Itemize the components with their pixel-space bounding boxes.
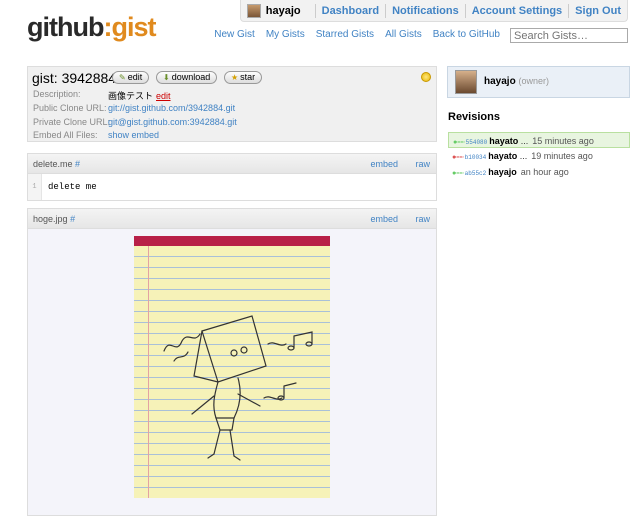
owner-info: hayajo (owner)	[484, 76, 549, 87]
pencil-icon: ✎	[119, 73, 126, 82]
owner-name-link[interactable]: hayajo	[484, 76, 516, 87]
description-label: Description:	[33, 89, 81, 99]
image-preview-area	[28, 229, 436, 515]
file-embed-link[interactable]: embed	[370, 214, 398, 224]
star-button[interactable]: ★ star	[224, 71, 263, 84]
public-clone-url[interactable]: git://gist.github.com/3942884.git	[108, 103, 235, 113]
file-raw-link[interactable]: raw	[415, 214, 430, 224]
gist-title: gist: 3942884	[32, 70, 117, 86]
dashboard-link[interactable]: Dashboard	[322, 5, 379, 17]
revision-time: 15 minutes ago	[532, 136, 594, 146]
revision-user[interactable]: hayato	[488, 151, 517, 161]
owner-role: (owner)	[518, 76, 549, 86]
sign-out-link[interactable]: Sign Out	[575, 5, 621, 17]
owner-box: hayajo (owner)	[447, 66, 630, 98]
logo-sub: gist	[111, 12, 156, 42]
divider	[568, 3, 570, 18]
revision-sha[interactable]: 554080	[466, 139, 488, 146]
divider	[464, 3, 466, 18]
file-delete-me: delete.me # embed raw 1 delete me	[27, 153, 437, 201]
private-clone-url[interactable]: git@gist.github.com:3942884.git	[108, 117, 237, 127]
search-input[interactable]	[510, 28, 628, 43]
file-embed-link[interactable]: embed	[370, 159, 398, 169]
divider	[314, 3, 316, 18]
revision-time: an hour ago	[520, 167, 569, 177]
revision-user[interactable]: hayato	[489, 136, 518, 146]
gist-subnav: New Gist My Gists Starred Gists All Gist…	[203, 29, 500, 40]
line-number: 1	[28, 174, 42, 200]
diff-dots-icon: ●▫▫▫▫▫	[452, 154, 464, 161]
account-settings-link[interactable]: Account Settings	[472, 5, 562, 17]
revision-sha[interactable]: b10034	[465, 154, 487, 161]
gist-meta-box: gist: 3942884 ✎ edit ⬇ download ★ star Desc…	[27, 66, 437, 142]
code-line: delete me	[48, 182, 97, 192]
public-clone-row: Public Clone URL: git://gist.github.com/…	[33, 103, 235, 113]
file-name-text: delete.me	[33, 159, 73, 169]
file-header: delete.me # embed raw	[28, 154, 436, 174]
logo-main: github	[27, 12, 104, 42]
edit-button[interactable]: ✎ edit	[112, 71, 150, 84]
show-embed-link[interactable]: show embed	[108, 130, 159, 140]
download-button[interactable]: ⬇ download	[156, 71, 218, 84]
owner-avatar[interactable]	[455, 70, 477, 94]
star-button-label: star	[240, 72, 256, 82]
revision-sha[interactable]: ab55c2	[465, 170, 487, 177]
user-bar: hayajo Dashboard Notifications Account S…	[239, 0, 628, 22]
divider	[385, 3, 387, 18]
public-clone-label: Public Clone URL:	[33, 103, 107, 113]
edit-button-label: edit	[127, 72, 143, 82]
description-edit-link[interactable]: edit	[156, 91, 171, 101]
revision-time: 19 minutes ago	[531, 151, 593, 161]
smiley-icon	[421, 72, 431, 82]
star-icon: ★	[231, 73, 239, 82]
back-to-github-link[interactable]: Back to GitHub	[433, 29, 500, 40]
file-raw-link[interactable]: raw	[415, 159, 430, 169]
private-clone-row: Private Clone URL: git@gist.github.com:3…	[33, 117, 237, 127]
file-name-text: hoge.jpg	[33, 214, 68, 224]
private-clone-label: Private Clone URL:	[33, 117, 111, 127]
my-gists-link[interactable]: My Gists	[266, 29, 305, 40]
sketch-drawing	[163, 315, 313, 461]
revision-item[interactable]: ●▫▫▫▫▫ ab55c2 hayajo an hour ago	[448, 164, 630, 180]
description-value: 画像テスト	[108, 91, 154, 101]
notifications-link[interactable]: Notifications	[392, 5, 459, 17]
file-header: hoge.jpg # embed raw	[28, 209, 436, 229]
file-hoge-jpg: hoge.jpg # embed raw	[27, 208, 437, 516]
user-avatar[interactable]	[246, 3, 261, 18]
file-name: hoge.jpg #	[33, 214, 75, 224]
file-anchor-link[interactable]: #	[75, 159, 80, 169]
sketch-photo	[134, 236, 330, 498]
file-anchor-link[interactable]: #	[70, 214, 75, 224]
diff-dots-icon: ●▫▫▫▫▫	[453, 139, 465, 146]
starred-gists-link[interactable]: Starred Gists	[316, 29, 374, 40]
revision-user[interactable]: hayajo	[488, 167, 517, 177]
revision-item[interactable]: ●▫▫▫▫▫ 554080 hayato ... 15 minutes ago	[448, 132, 630, 148]
username-link[interactable]: hayajo	[266, 5, 301, 17]
embed-row: Embed All Files: show embed	[33, 130, 159, 140]
description-row: Description: 画像テスト edit	[33, 89, 171, 101]
all-gists-link[interactable]: All Gists	[385, 29, 422, 40]
diff-dots-icon: ●▫▫▫▫▫	[452, 170, 464, 177]
revisions-title: Revisions	[448, 111, 500, 123]
gist-logo[interactable]: github:gist	[27, 12, 156, 43]
download-button-label: download	[171, 72, 211, 82]
new-gist-link[interactable]: New Gist	[214, 29, 255, 40]
code-view: 1 delete me	[28, 174, 436, 200]
header: github:gist hayajo Dashboard Notificatio…	[0, 0, 640, 60]
embed-label: Embed All Files:	[33, 130, 98, 140]
file-name: delete.me #	[33, 159, 80, 169]
revision-item[interactable]: ●▫▫▫▫▫ b10034 hayato ... 19 minutes ago	[448, 148, 630, 164]
download-arrow-icon: ⬇	[163, 73, 170, 82]
